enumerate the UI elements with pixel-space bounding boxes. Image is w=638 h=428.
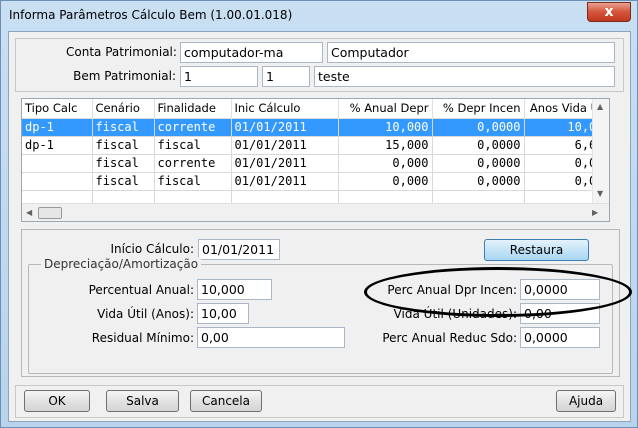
table-cell[interactable]: 0,0000	[432, 172, 525, 191]
column-header[interactable]: % Anual Depr	[338, 99, 433, 119]
table-cell[interactable]: 0,0000	[432, 154, 525, 173]
cancela-button[interactable]: Cancela	[190, 390, 262, 412]
table-cell[interactable]: dp-1	[22, 136, 93, 155]
table-cell[interactable]	[22, 154, 93, 173]
table-cell[interactable]: dp-1	[22, 118, 93, 137]
table-cell[interactable]: 0,000	[338, 172, 433, 191]
button-bar: OK Salva Cancela Ajuda	[15, 385, 624, 418]
table-cell[interactable]	[22, 172, 93, 191]
asset-header-panel: Conta Patrimonial: computador-ma Computa…	[15, 38, 624, 92]
table-row[interactable]: fiscal corrente 01/01/2011 0,000 0,0000 0,00	[22, 154, 608, 173]
ok-button[interactable]: OK	[24, 390, 90, 412]
table-cell[interactable]: corrente	[154, 118, 232, 137]
window-title: Informa Parâmetros Cálculo Bem (1.00.01.…	[9, 8, 293, 22]
table-cell[interactable]: 15,000	[338, 136, 433, 155]
perc-reduc-field[interactable]: 0,0000	[520, 327, 600, 348]
table-cell[interactable]: 01/01/2011	[231, 136, 339, 155]
residual-label: Residual Mínimo:	[91, 331, 194, 345]
table-cell[interactable]: fiscal	[92, 172, 155, 191]
column-header[interactable]: Cenário	[92, 99, 155, 119]
conta-desc-field[interactable]: Computador	[327, 42, 615, 63]
column-header[interactable]: Tipo Calc	[22, 99, 93, 119]
column-header[interactable]: Inic Cálculo	[231, 99, 339, 119]
column-header[interactable]: Finalidade	[154, 99, 232, 119]
title-bar[interactable]: Informa Parâmetros Cálculo Bem (1.00.01.…	[1, 1, 637, 31]
bem-code-field[interactable]: 1	[180, 66, 258, 87]
dialog-body: Conta Patrimonial: computador-ma Computa…	[8, 31, 631, 422]
inicio-field[interactable]: 01/01/2011	[198, 239, 280, 260]
table-row[interactable]: fiscal fiscal 01/01/2011 0,000 0,0000 0,00	[22, 172, 608, 191]
conta-label: Conta Patrimonial:	[66, 45, 177, 59]
table-cell[interactable]: 0,0000	[432, 118, 525, 137]
ajuda-button[interactable]: Ajuda	[556, 390, 616, 412]
table-cell[interactable]: corrente	[154, 154, 232, 173]
table-cell[interactable]: fiscal	[154, 172, 232, 191]
table-cell[interactable]: 01/01/2011	[231, 118, 339, 137]
restaura-button[interactable]: Restaura	[484, 239, 589, 261]
bem-desc-field[interactable]: teste	[314, 66, 615, 87]
scroll-up-arrow-icon[interactable]: ▲	[597, 102, 603, 111]
bem-label: Bem Patrimonial:	[73, 69, 176, 83]
scroll-right-arrow-icon[interactable]: ▶	[592, 208, 598, 217]
table-cell[interactable]: 0,000	[338, 154, 433, 173]
column-header[interactable]: % Depr Incen	[432, 99, 525, 119]
percentual-field[interactable]: 10,000	[197, 279, 272, 300]
table-cell[interactable]: fiscal	[92, 136, 155, 155]
table-cell[interactable]: fiscal	[154, 136, 232, 155]
horizontal-scroll-thumb[interactable]	[38, 207, 62, 219]
scroll-left-arrow-icon[interactable]: ◀	[26, 208, 32, 217]
bem-seq-field[interactable]: 1	[262, 66, 310, 87]
table-cell[interactable]: fiscal	[92, 118, 155, 137]
close-icon: x	[604, 4, 614, 20]
percentual-label: Percentual Anual:	[88, 283, 194, 297]
table-cell[interactable]: 10,000	[338, 118, 433, 137]
vida-anos-label: Vida Útil (Anos):	[97, 307, 194, 321]
vertical-scrollbar[interactable]: ▲ ▼	[592, 99, 609, 203]
inicio-label: Início Cálculo:	[110, 242, 194, 256]
calc-params-table: Tipo Calc Cenário Finalidade Inic Cálculo% …	[22, 99, 608, 209]
perc-reduc-label: Perc Anual Reduc Sdo:	[382, 331, 517, 345]
close-button[interactable]: x	[587, 2, 631, 22]
salva-button[interactable]: Salva	[106, 390, 179, 412]
vida-anos-field[interactable]: 10,00	[197, 303, 249, 324]
table-cell[interactable]: 01/01/2011	[231, 172, 339, 191]
table-cell[interactable]: fiscal	[92, 154, 155, 173]
residual-field[interactable]: 0,00	[197, 327, 345, 348]
table-row[interactable]: dp-1 fiscal corrente 01/01/2011 10,000 0,0000…	[22, 118, 608, 137]
table-cell[interactable]: 0,0000	[432, 136, 525, 155]
table-row[interactable]: dp-1 fiscal fiscal 01/01/2011 15,000 0,0000 6,…	[22, 136, 608, 155]
conta-code-field[interactable]: computador-ma	[180, 42, 323, 63]
scroll-down-arrow-icon[interactable]: ▼	[597, 189, 603, 198]
highlight-ellipse	[364, 267, 632, 317]
dialog-window: Informa Parâmetros Cálculo Bem (1.00.01.…	[0, 0, 638, 428]
horizontal-scrollbar[interactable]: ◀ ▶	[22, 203, 609, 221]
depreciation-group-title: Depreciação/Amortização	[41, 257, 202, 271]
table-cell[interactable]: 01/01/2011	[231, 154, 339, 173]
calc-params-grid[interactable]: Tipo Calc Cenário Finalidade Inic Cálculo% …	[21, 98, 610, 222]
